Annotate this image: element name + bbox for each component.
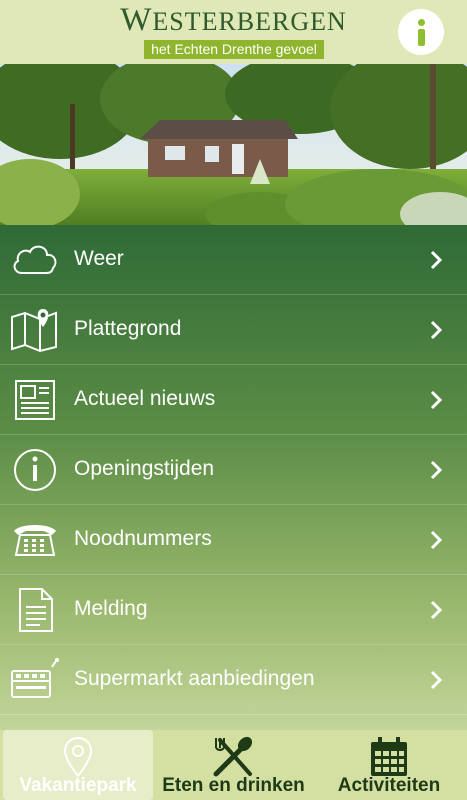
main-menu: Weer Plattegrond Actueel nieuws Openings…	[0, 225, 467, 730]
chevron-right-icon	[430, 390, 443, 410]
document-icon	[19, 588, 53, 632]
park-photo	[0, 64, 467, 225]
tab-label: Vakantiepark	[19, 775, 137, 796]
info-circle-icon	[14, 449, 56, 491]
tab-vakantiepark[interactable]: Vakantiepark	[3, 730, 153, 800]
menu-item-melding[interactable]: Melding	[0, 575, 467, 645]
menu-item-label: Melding	[74, 597, 148, 620]
menu-item-actueel-nieuws[interactable]: Actueel nieuws	[0, 365, 467, 435]
menu-item-label: Actueel nieuws	[74, 387, 216, 410]
utensils-icon	[213, 736, 253, 777]
menu-item-supermarkt-aanbiedingen[interactable]: Supermarkt aanbiedingen	[0, 645, 467, 715]
menu-item-label: Plattegrond	[74, 317, 182, 340]
menu-item-plattegrond[interactable]: Plattegrond	[0, 295, 467, 365]
tab-label: Activiteiten	[337, 775, 441, 796]
calendar-icon	[371, 737, 407, 776]
menu-item-label: Weer	[74, 247, 124, 270]
chevron-right-icon	[430, 460, 443, 480]
menu-item-openingstijden[interactable]: Openingstijden	[0, 435, 467, 505]
newspaper-icon	[15, 380, 55, 420]
cloud-icon	[13, 245, 57, 274]
logo-tagline: het Echten Drenthe gevoel	[144, 40, 324, 59]
tab-eten-en-drinken[interactable]: Eten en drinken	[156, 730, 311, 800]
map-pin-icon	[63, 736, 93, 778]
chevron-right-icon	[430, 670, 443, 690]
chevron-right-icon	[430, 600, 443, 620]
chevron-right-icon	[430, 530, 443, 550]
tab-label: Eten en drinken	[162, 775, 305, 796]
menu-item-label: Openingstijden	[74, 457, 215, 480]
map-icon	[11, 309, 57, 353]
app-header: WESTERBERGEN het Echten Drenthe gevoel	[0, 0, 467, 64]
menu-item-label: Noodnummers	[74, 527, 212, 550]
register-icon	[11, 658, 59, 698]
logo-title: WESTERBERGEN	[0, 2, 467, 39]
menu-item-weer[interactable]: Weer	[0, 225, 467, 295]
logo-rest: ESTERBERGEN	[152, 7, 347, 36]
chevron-right-icon	[430, 320, 443, 340]
chevron-right-icon	[430, 250, 443, 270]
phone-icon	[14, 525, 56, 556]
menu-item-label: Supermarkt aanbiedingen	[74, 667, 315, 690]
bottom-tab-bar: Vakantiepark Eten en drinken Activiteite…	[0, 730, 467, 800]
info-button[interactable]	[398, 9, 444, 55]
menu-item-noodnummers[interactable]: Noodnummers	[0, 505, 467, 575]
logo-initial: W	[120, 2, 153, 38]
tab-activiteiten[interactable]: Activiteiten	[314, 730, 464, 800]
